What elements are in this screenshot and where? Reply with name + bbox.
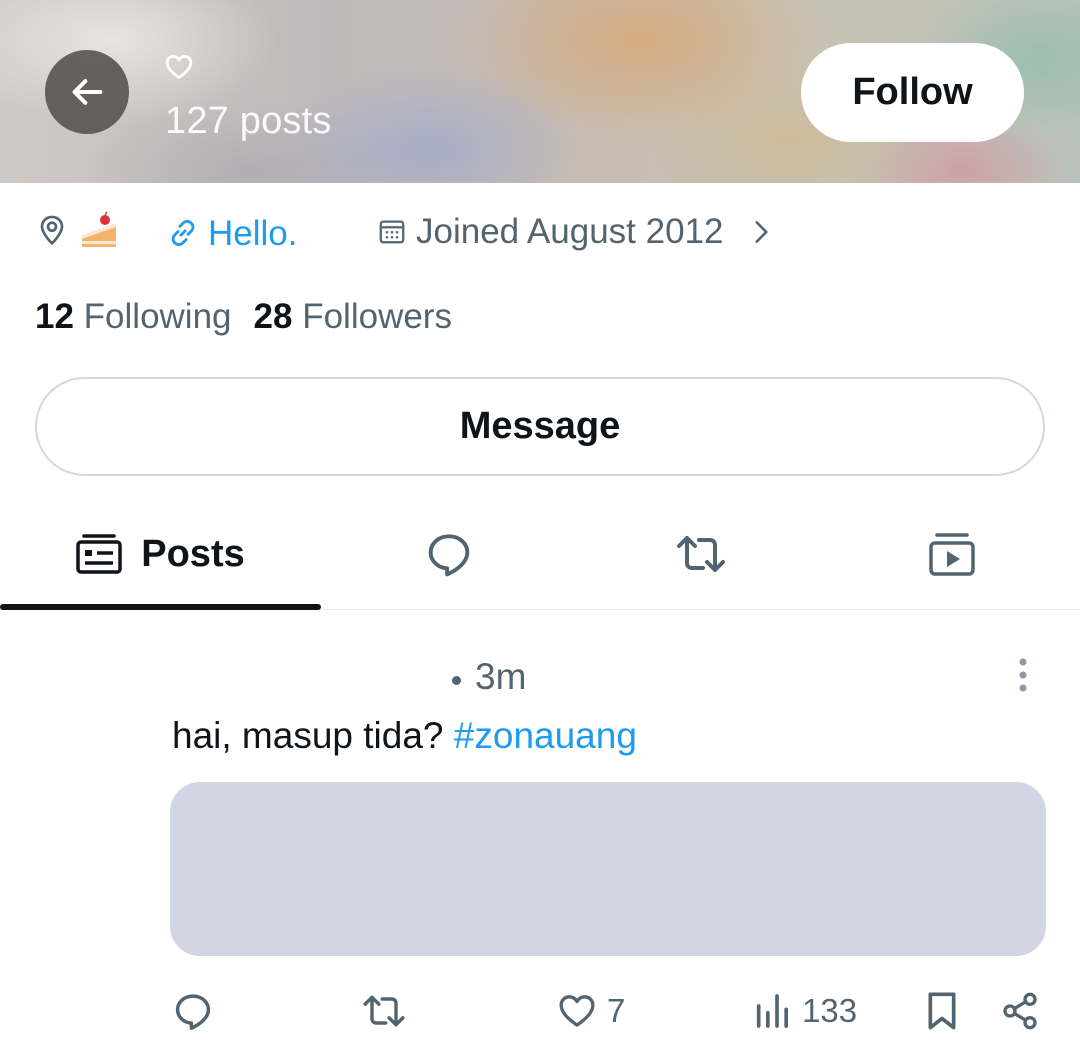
tab-posts-label: Posts: [141, 532, 245, 575]
tab-replies[interactable]: [320, 500, 578, 608]
more-options-icon[interactable]: [1006, 656, 1040, 696]
repost-icon: [363, 995, 405, 1027]
post-count: 127 posts: [165, 100, 332, 142]
posts-icon: [76, 534, 122, 574]
back-button[interactable]: [45, 50, 129, 134]
following-label: Following: [83, 297, 232, 336]
reply-button[interactable]: [172, 988, 214, 1034]
profile-meta: Hello. Joined August 2012: [0, 205, 1080, 261]
followers-link[interactable]: 28 Followers: [254, 297, 452, 336]
follow-counts: 12 Following 28 Followers: [35, 297, 452, 337]
tab-reposts[interactable]: [578, 500, 824, 608]
reposts-icon: [677, 536, 725, 572]
share-icon: [1003, 992, 1037, 1030]
share-button[interactable]: [1000, 988, 1040, 1034]
like-button[interactable]: 7: [557, 988, 625, 1034]
views-chart-icon: [756, 994, 788, 1028]
arrow-left-icon: [72, 79, 103, 105]
separator-dot: [452, 676, 461, 685]
profile-tabs: Posts: [0, 500, 1080, 610]
bookmark-button[interactable]: [922, 988, 962, 1034]
website-link[interactable]: Hello.: [208, 214, 297, 254]
tab-media[interactable]: [824, 500, 1080, 608]
link-icon: [171, 219, 195, 247]
post-timestamp[interactable]: 3m: [475, 656, 526, 698]
replies-icon: [428, 534, 470, 577]
hashtag-link[interactable]: #zonauang: [454, 715, 637, 756]
followers-count: 28: [253, 297, 293, 336]
views-button[interactable]: 133: [752, 988, 857, 1034]
repost-button[interactable]: [360, 988, 408, 1034]
message-button[interactable]: Message: [35, 377, 1045, 476]
reply-icon: [175, 994, 211, 1030]
heart-outline-icon: [165, 55, 193, 79]
post-body: hai, masup tida?: [172, 715, 454, 756]
profile-banner: 127 posts Follow: [0, 0, 1080, 183]
media-icon: [929, 533, 975, 576]
cake-slice-icon: [82, 211, 116, 247]
active-tab-indicator: [0, 604, 321, 610]
map-pin-icon: [40, 215, 64, 246]
following-count: 12: [35, 297, 74, 336]
bookmark-icon: [928, 992, 956, 1030]
calendar-icon: [379, 220, 405, 244]
chevron-right-icon[interactable]: [748, 217, 774, 247]
follow-button[interactable]: Follow: [801, 43, 1024, 142]
views-count: 133: [802, 992, 858, 1029]
followers-label: Followers: [302, 297, 452, 336]
joined-date: Joined August 2012: [416, 212, 724, 251]
tab-posts[interactable]: Posts: [0, 500, 320, 608]
heart-icon: [559, 995, 595, 1027]
post-text: hai, masup tida? #zonauang: [172, 715, 637, 757]
like-count: 7: [607, 992, 626, 1029]
following-link[interactable]: 12 Following: [35, 297, 232, 336]
post-media[interactable]: [170, 782, 1046, 956]
